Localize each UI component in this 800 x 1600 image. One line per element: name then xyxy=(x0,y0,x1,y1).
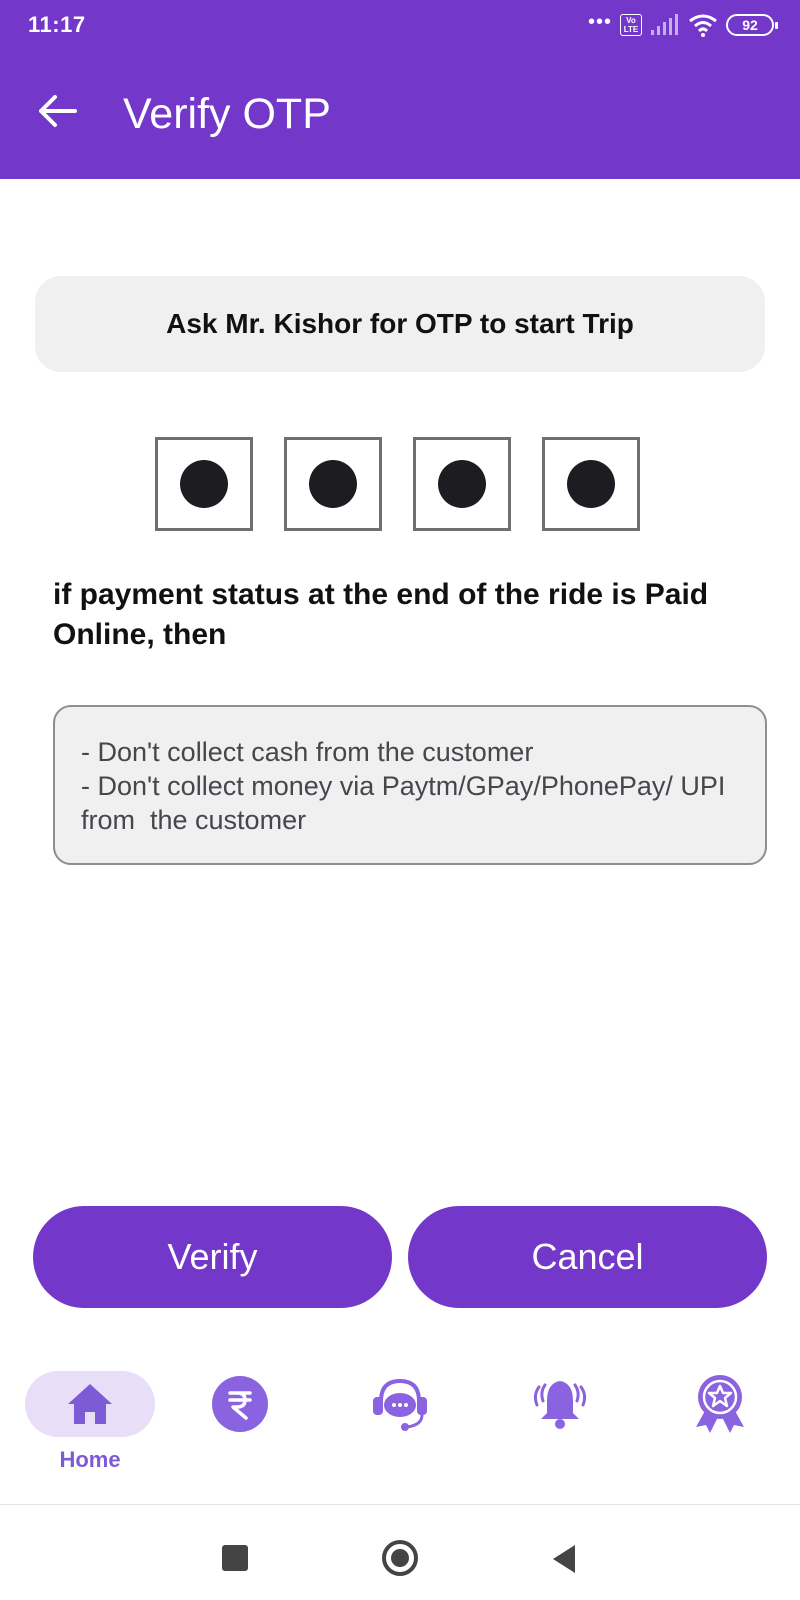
otp-digit-1[interactable] xyxy=(155,437,253,531)
nav-item-support[interactable] xyxy=(345,1371,455,1491)
bell-ringing-icon xyxy=(533,1381,587,1429)
cancel-button[interactable]: Cancel xyxy=(408,1206,767,1308)
instruction-line: - Don't collect money via Paytm/GPay/Pho… xyxy=(81,771,733,835)
support-chat-icon xyxy=(373,1378,427,1431)
status-time: 11:17 xyxy=(28,12,86,37)
nav-item-earnings[interactable] xyxy=(185,1371,295,1491)
wifi-icon xyxy=(689,14,717,37)
nav-label-home: Home xyxy=(59,1447,121,1472)
app-bar: Verify OTP xyxy=(0,52,800,179)
masked-dot xyxy=(309,460,357,508)
signal-icon xyxy=(651,14,678,35)
arrow-left-icon xyxy=(39,95,77,127)
back-button[interactable] xyxy=(32,86,82,136)
payment-instructions-box: - Don't collect cash from the customer -… xyxy=(53,705,767,865)
masked-dot xyxy=(180,460,228,508)
status-bar: 11:17 ••• Vo LTE 92 xyxy=(0,0,800,52)
otp-digit-3[interactable] xyxy=(413,437,511,531)
home-icon xyxy=(68,1384,112,1424)
otp-input-group[interactable] xyxy=(155,437,640,531)
otp-digit-2[interactable] xyxy=(284,437,382,531)
volte-icon: Vo LTE xyxy=(620,14,642,36)
instruction-line: - Don't collect cash from the customer xyxy=(81,737,534,767)
otp-digit-4[interactable] xyxy=(542,437,640,531)
otp-instruction-banner: Ask Mr. Kishor for OTP to start Trip xyxy=(35,276,765,372)
recent-apps-icon[interactable] xyxy=(222,1545,248,1571)
system-home-inner xyxy=(391,1549,409,1567)
nav-item-rewards[interactable] xyxy=(665,1371,775,1491)
status-icons: ••• Vo LTE 92 xyxy=(587,11,778,38)
system-home-icon[interactable] xyxy=(382,1540,418,1576)
nav-active-indicator xyxy=(25,1371,155,1437)
nav-item-home[interactable]: Home xyxy=(25,1371,155,1491)
bottom-navigation: Home xyxy=(0,1355,800,1505)
verify-button[interactable]: Verify xyxy=(33,1206,392,1308)
masked-dot xyxy=(438,460,486,508)
system-navigation-bar xyxy=(0,1505,800,1600)
rupee-icon xyxy=(212,1376,268,1432)
more-dots-icon: ••• xyxy=(587,11,612,33)
payment-status-note: if payment status at the end of the ride… xyxy=(53,578,709,651)
masked-dot xyxy=(567,460,615,508)
nav-item-notifications[interactable] xyxy=(505,1371,615,1491)
page-title: Verify OTP xyxy=(123,90,331,138)
system-back-icon[interactable] xyxy=(553,1545,575,1573)
battery-icon: 92 xyxy=(726,14,778,36)
award-badge-icon xyxy=(696,1375,744,1433)
